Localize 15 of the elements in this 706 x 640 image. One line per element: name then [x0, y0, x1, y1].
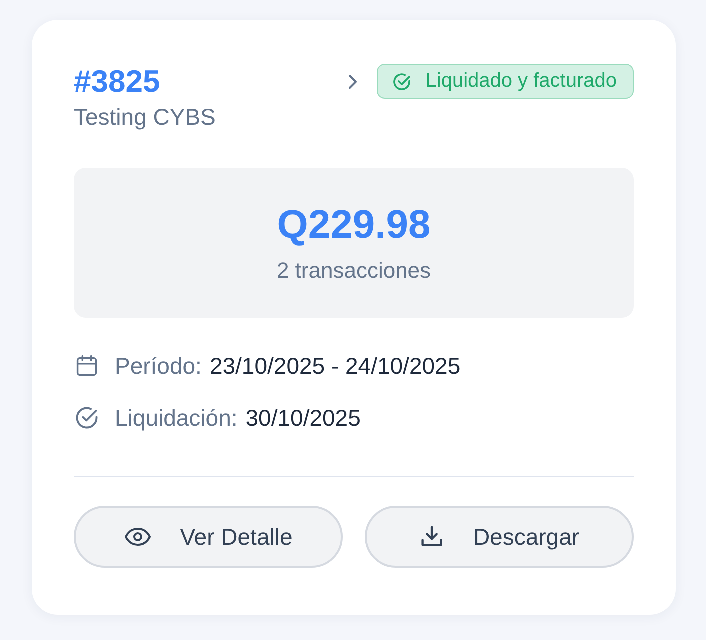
eye-icon — [124, 527, 152, 547]
status-badge: Liquidado y facturado — [376, 64, 634, 99]
amount: Q229.98 — [277, 202, 431, 248]
settlement-number: #3825 — [74, 64, 162, 100]
check-circle-icon — [74, 405, 100, 431]
view-button[interactable]: Ver Detalle — [74, 506, 343, 568]
transaction-count: 2 transacciones — [276, 258, 432, 284]
detail-label: Período: — [115, 352, 202, 380]
detail-value: 23/10/2025 - 24/10/2025 — [210, 352, 461, 380]
chevron-right-icon[interactable] — [346, 74, 359, 90]
download-button[interactable]: Descargar — [365, 506, 634, 568]
calendar-icon — [74, 353, 100, 379]
merchant-name: Testing CYBS — [74, 104, 216, 131]
detail-value: 30/10/2025 — [246, 404, 361, 432]
detail-label: Liquidación: — [115, 404, 238, 432]
